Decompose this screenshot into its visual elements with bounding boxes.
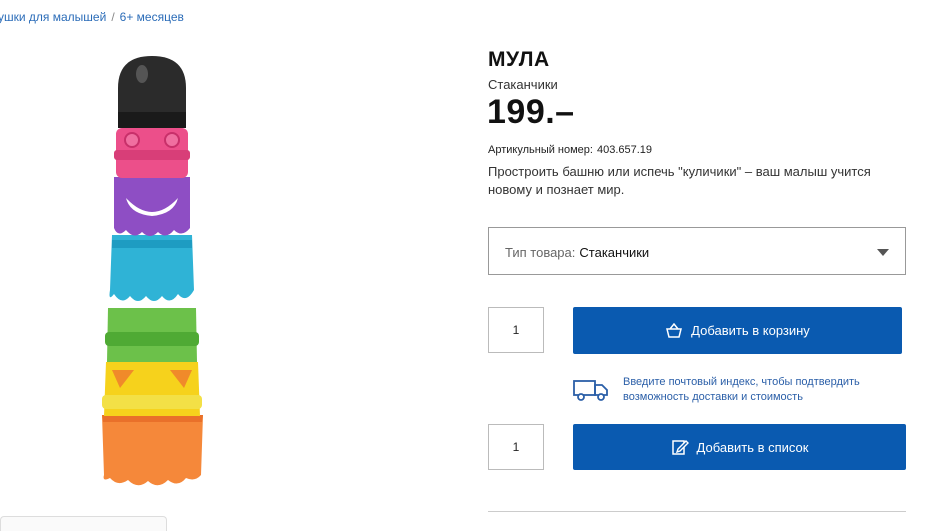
edit-list-icon [671,438,689,456]
truck-icon [573,378,609,407]
product-type: Стаканчики [488,77,558,92]
product-price: 199.– [487,93,575,131]
stacking-cups-illustration [102,56,203,486]
section-divider [488,511,906,512]
cart-quantity-input[interactable]: 1 [488,307,544,353]
variant-select[interactable]: Тип товара: Стаканчики [488,227,906,275]
chevron-down-icon [877,249,889,256]
image-thumbnail-strip[interactable] [0,516,167,531]
add-to-cart-button[interactable]: Добавить в корзину [573,307,902,354]
basket-icon [665,322,683,339]
breadcrumb-item-toys-for-babies[interactable]: ушки для малышей [0,10,106,24]
variant-select-label: Тип товара: Стаканчики [505,245,649,260]
delivery-check[interactable]: Введите почтовый индекс, чтобы подтверди… [573,373,913,407]
variant-value: Стаканчики [579,245,650,260]
variant-label: Тип товара: [505,245,576,260]
add-to-cart-label: Добавить в корзину [691,323,810,338]
delivery-text-line2: возможность доставки и стоимость [623,391,803,403]
breadcrumb-item-6-months[interactable]: 6+ месяцев [120,10,184,24]
article-number: Артикульный номер: 403.657.19 [488,144,652,156]
list-quantity-input[interactable]: 1 [488,424,544,470]
product-image[interactable] [90,50,215,500]
breadcrumb-separator: / [111,10,115,24]
delivery-text-line1: Введите почтовый индекс, чтобы подтверди… [623,376,860,388]
add-to-list-button[interactable]: Добавить в список [573,424,906,470]
delivery-text[interactable]: Введите почтовый индекс, чтобы подтверди… [623,375,860,405]
breadcrumb: ушки для малышей / 6+ месяцев [0,10,184,24]
article-label: Артикульный номер: [488,144,593,156]
article-value: 403.657.19 [596,144,653,156]
product-title: МУЛА [488,48,550,71]
add-to-list-label: Добавить в список [696,439,809,455]
product-description: Простроить башню или испечь "куличики" –… [488,164,871,197]
